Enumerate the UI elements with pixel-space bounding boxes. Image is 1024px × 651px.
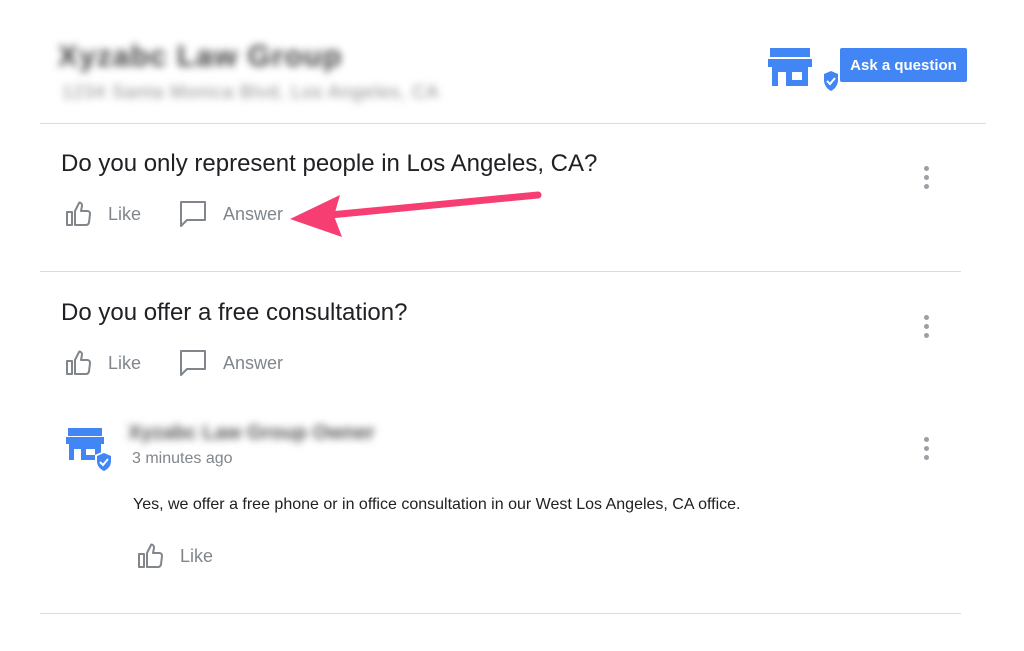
answer-button[interactable]: Answer [179, 200, 283, 228]
comment-icon [180, 201, 206, 227]
like-button[interactable]: Like [136, 542, 213, 570]
thumbs-up-icon [66, 201, 92, 226]
answer-button[interactable]: Answer [179, 349, 283, 377]
owner-avatar-storefront-icon [66, 426, 116, 479]
more-options-icon[interactable] [916, 311, 936, 341]
thumbs-up-icon [138, 543, 164, 568]
answer-author-name: Xyzabc Law Group Owner [128, 422, 375, 444]
business-address: 1234 Santa Monica Blvd, Los Angeles, CA [62, 82, 440, 102]
ask-question-button[interactable]: Ask a question [840, 48, 967, 82]
thumbs-up-icon [66, 350, 92, 375]
more-options-icon[interactable] [916, 433, 936, 463]
question-text: Do you offer a free consultation? [61, 299, 408, 326]
like-button[interactable]: Like [64, 200, 141, 228]
answer-timestamp: 3 minutes ago [132, 450, 233, 467]
storefront-verified-icon [768, 46, 844, 101]
header-divider [40, 123, 986, 124]
like-label: Like [108, 203, 142, 224]
like-label: Like [108, 352, 142, 373]
answer-text: Yes, we offer a free phone or in office … [133, 496, 741, 513]
like-button[interactable]: Like [64, 349, 141, 377]
more-options-icon[interactable] [916, 162, 936, 192]
like-label: Like [180, 545, 214, 566]
answer-label: Answer [223, 203, 284, 224]
comment-icon [180, 350, 206, 376]
question-text: Do you only represent people in Los Ange… [61, 150, 598, 177]
answer-label: Answer [223, 352, 284, 373]
bottom-divider [40, 613, 961, 614]
business-name: Xyzabc Law Group [58, 40, 343, 73]
annotation-arrow-icon [290, 185, 550, 250]
question-divider [40, 271, 961, 272]
